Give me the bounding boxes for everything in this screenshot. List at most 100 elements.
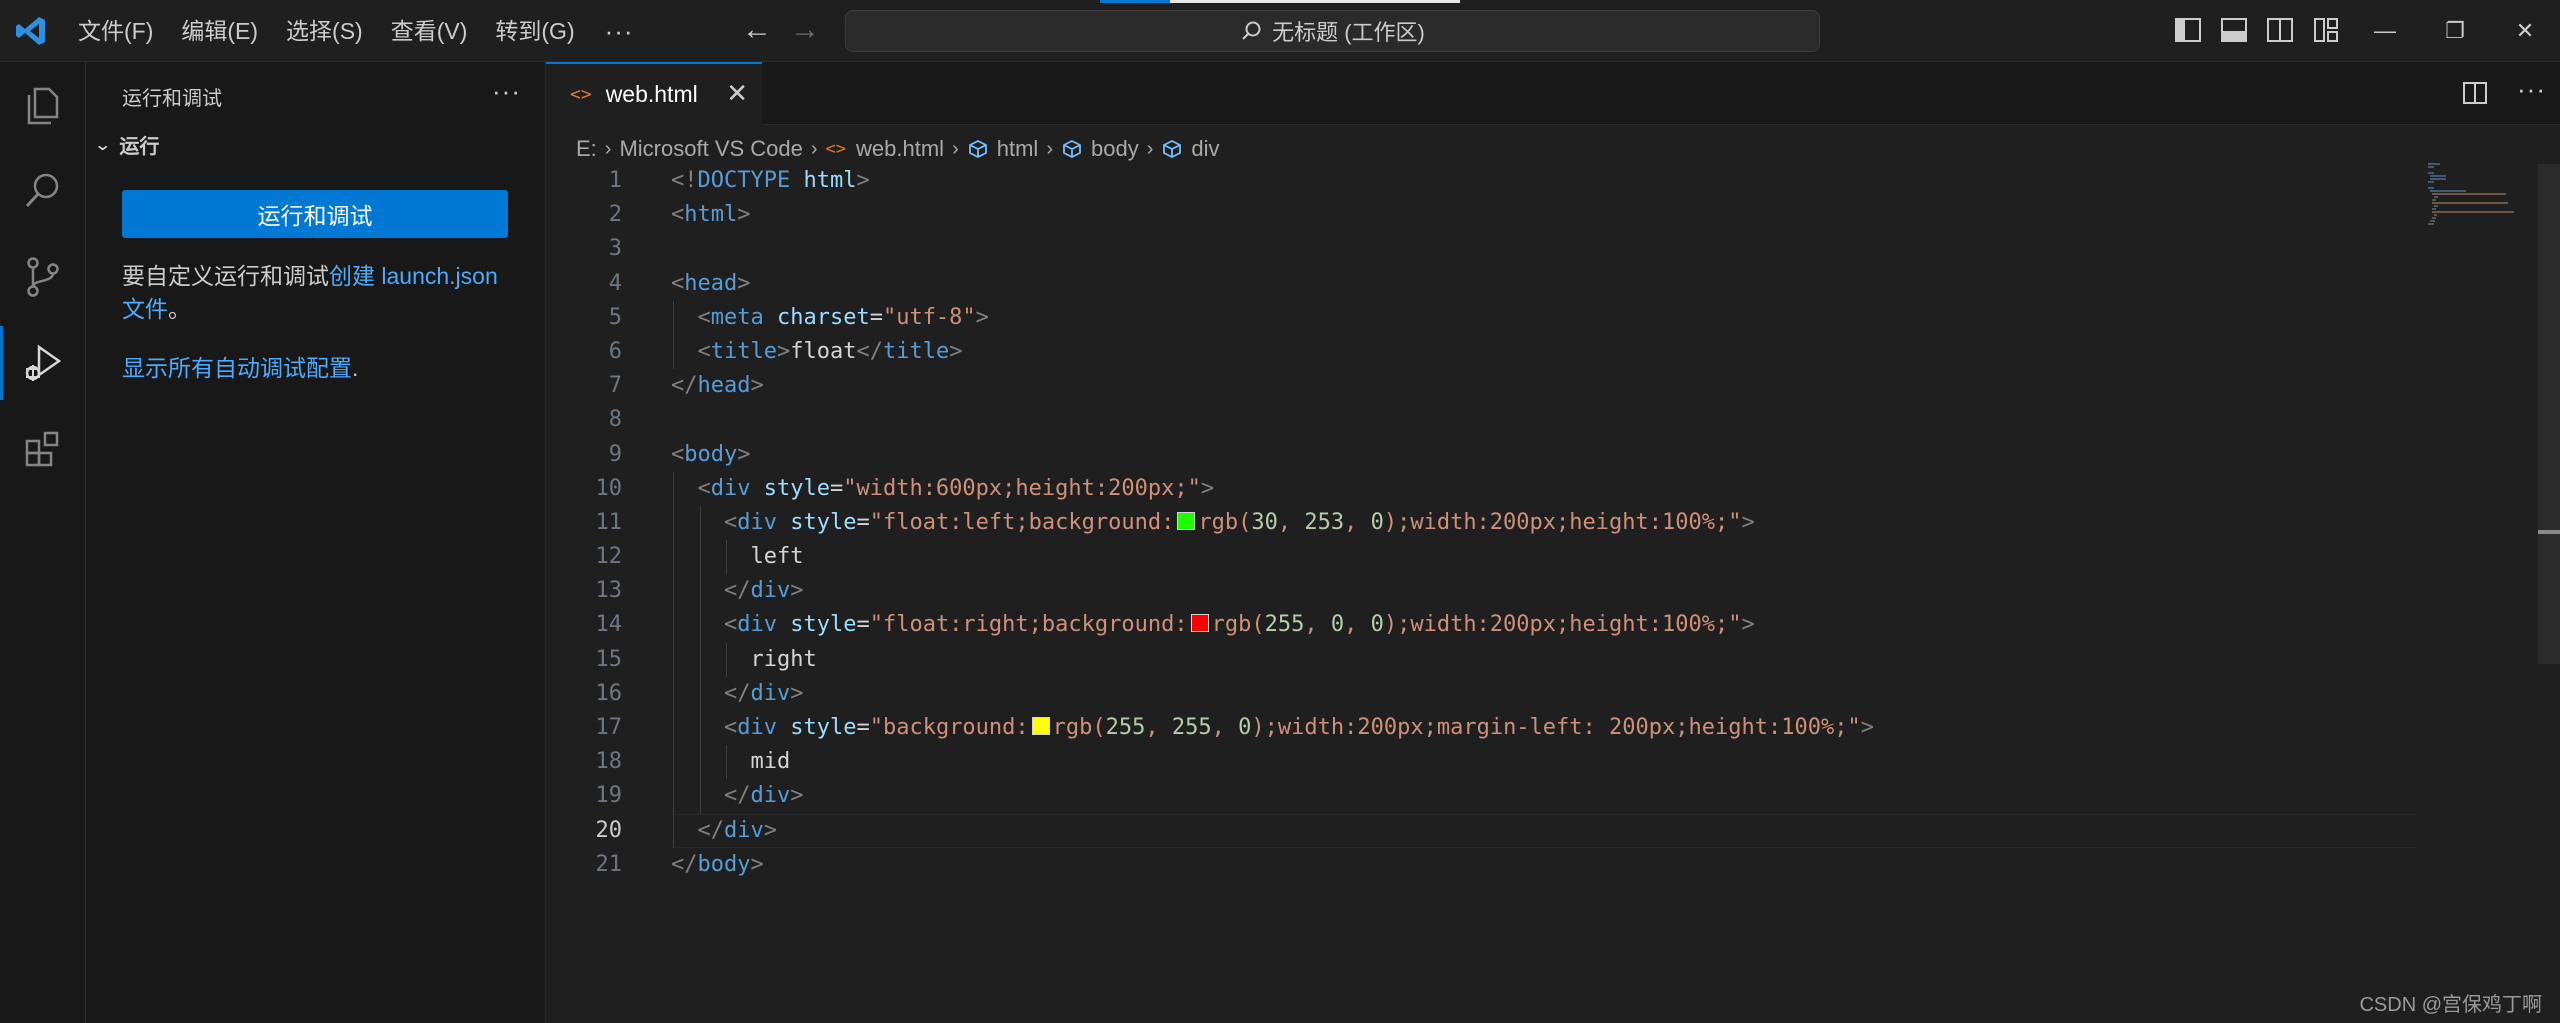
indent-guide [673, 711, 674, 746]
code-token: rgb( [1211, 612, 1265, 638]
code-text: </div> [724, 574, 804, 608]
search-view-icon[interactable] [0, 148, 86, 234]
toggle-panel-icon[interactable] [2218, 14, 2250, 46]
code-token: </ [697, 817, 725, 843]
code-line[interactable]: 8 [546, 403, 2416, 437]
code-token: > [763, 817, 777, 843]
toggle-primary-sidebar-icon[interactable] [2172, 14, 2204, 46]
breadcrumb-folder[interactable]: Microsoft VS Code [619, 136, 802, 162]
menu-selection[interactable]: 选择(S) [272, 10, 377, 52]
code-text: <body> [671, 438, 750, 472]
run-and-debug-button[interactable]: 运行和调试 [122, 190, 508, 238]
code-text: <!DOCTYPE html> [671, 164, 870, 198]
editor-more-icon[interactable]: ··· [2517, 74, 2546, 105]
indent-guide [673, 300, 674, 335]
show-auto-debug-configs: 显示所有自动调试配置. [122, 349, 358, 383]
code-text: right [751, 643, 817, 677]
back-arrow-icon[interactable]: ← [742, 12, 772, 48]
source-control-icon[interactable] [0, 234, 86, 320]
indent-guide [673, 574, 674, 609]
code-line[interactable]: 6 <title>float</title> [546, 334, 2416, 370]
run-section-header[interactable]: ⌄ 运行 [94, 130, 159, 159]
code-line[interactable]: 21 </body> [546, 848, 2416, 882]
symbol-element-icon [967, 138, 989, 160]
line-number: 7 [608, 373, 622, 399]
breadcrumb-html[interactable]: html [997, 136, 1039, 162]
code-line[interactable]: 20 </div> [546, 813, 2416, 848]
menu-edit[interactable]: 编辑(E) [167, 10, 272, 52]
run-and-debug-icon[interactable] [0, 320, 86, 406]
breadcrumb-drive[interactable]: E: [576, 136, 597, 162]
minimize-icon[interactable]: — [2350, 0, 2420, 62]
code-text: </div> [698, 814, 778, 848]
code-line[interactable]: 9 <body> [546, 438, 2416, 472]
code-line[interactable]: 1 <!DOCTYPE html> [546, 164, 2416, 198]
menu-go[interactable]: 转到(G) [481, 10, 588, 52]
code-token: );width:200px;margin-left: 200px;height:… [1251, 715, 1861, 740]
close-window-icon[interactable]: ✕ [2490, 0, 2560, 62]
code-token: 0 [1330, 612, 1345, 638]
indent-guide [726, 745, 727, 780]
show-auto-debug-configs-link[interactable]: 显示所有自动调试配置 [122, 355, 352, 381]
code-token: "float:right;background: [869, 612, 1188, 638]
line-number: 8 [608, 407, 622, 433]
code-token: head [697, 373, 751, 399]
code-text: <head> [671, 267, 750, 301]
explorer-icon[interactable] [0, 62, 86, 148]
code-line[interactable]: 11 <div style="float:left;background: rgb(… [546, 505, 2416, 541]
code-line[interactable]: 2 <html> [546, 198, 2416, 232]
code-token: rgb( [1052, 715, 1106, 740]
title-bar: 文件(F) 编辑(E) 选择(S) 查看(V) 转到(G) ··· ← → 无标… [0, 0, 2560, 62]
code-line[interactable]: 10 <div style="width:600px;height:200px;"… [546, 471, 2416, 506]
code-line[interactable]: 5 <meta charset="utf-8"> [546, 300, 2416, 335]
tab-label: web.html [605, 81, 698, 107]
code-line[interactable]: 18 mid [546, 745, 2416, 780]
color-swatch[interactable] [1031, 717, 1050, 735]
code-line[interactable]: 13 </div> [546, 574, 2416, 609]
restore-icon[interactable]: ❐ [2420, 0, 2490, 62]
breadcrumb-file[interactable]: web.html [856, 136, 944, 162]
code-line[interactable]: 15 right [546, 642, 2416, 677]
extensions-icon[interactable] [0, 406, 86, 492]
code-line[interactable]: 16 </div> [546, 676, 2416, 711]
code-editor[interactable]: 1 <!DOCTYPE html> 2 <html> 3 4 <head> 5 <meta ch… [546, 164, 2416, 882]
code-token: </ [856, 338, 883, 364]
command-center[interactable]: 无标题 (工作区) [845, 10, 1820, 52]
code-token: right [750, 646, 817, 672]
code-line[interactable]: 19 </div> [546, 779, 2416, 814]
sidebar-more-icon[interactable]: ··· [492, 76, 521, 107]
indent-guide [673, 745, 674, 780]
code-line[interactable]: 17 <div style="background: rgb(255, 255, 0… [546, 711, 2416, 746]
toggle-secondary-sidebar-icon[interactable] [2264, 14, 2296, 46]
color-swatch[interactable] [1177, 511, 1196, 530]
run-debug-sidebar: 运行和调试 ··· ⌄ 运行 运行和调试 要自定义运行和调试创建 launch.… [86, 62, 546, 1023]
customize-layout-icon[interactable] [2310, 14, 2342, 46]
code-token: body [684, 441, 738, 467]
line-number: 19 [595, 783, 623, 809]
color-swatch[interactable] [1190, 614, 1209, 633]
code-line[interactable]: 14 <div style="float:right;background: rgb… [546, 608, 2416, 643]
menu-more-icon[interactable]: ··· [589, 16, 650, 47]
code-token: > [750, 373, 764, 399]
forward-arrow-icon[interactable]: → [790, 12, 820, 48]
breadcrumb-body[interactable]: body [1091, 136, 1139, 162]
code-line[interactable]: 4 <head> [546, 267, 2416, 301]
vertical-scrollbar[interactable] [2538, 164, 2560, 664]
layout-controls [2172, 14, 2342, 46]
minimap[interactable] [2426, 162, 2536, 262]
code-line[interactable]: 7 </head> [546, 369, 2416, 403]
code-token: , [1145, 715, 1172, 740]
code-token: div [737, 612, 791, 638]
code-token: 30 [1251, 509, 1278, 535]
code-token: style [763, 475, 830, 501]
code-text: </div> [724, 779, 804, 813]
code-line[interactable]: 3 [546, 232, 2416, 266]
tab-web-html[interactable]: <> web.html ✕ [546, 62, 762, 125]
menu-file[interactable]: 文件(F) [64, 10, 167, 52]
code-token: < [671, 270, 685, 296]
breadcrumb-div[interactable]: div [1191, 136, 1219, 162]
close-tab-icon[interactable]: ✕ [726, 78, 748, 109]
split-editor-icon[interactable] [2460, 78, 2490, 108]
code-line[interactable]: 12 left [546, 540, 2416, 575]
menu-view[interactable]: 查看(V) [377, 10, 482, 52]
